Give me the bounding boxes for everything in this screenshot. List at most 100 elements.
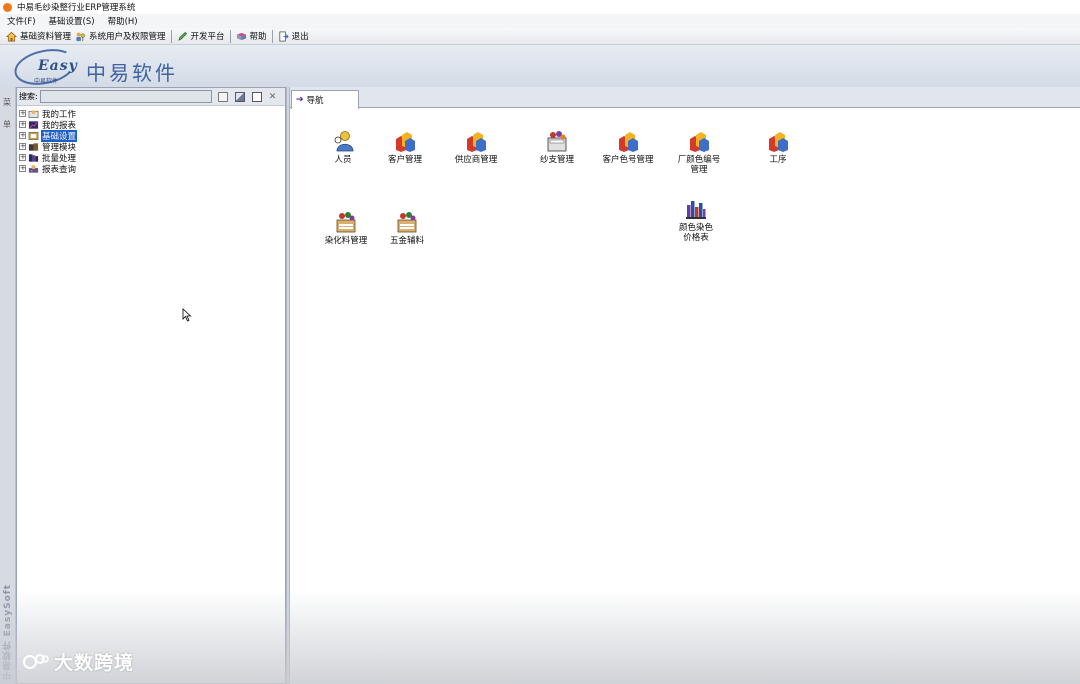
basic-data-button[interactable]: 基础资料管理 (6, 30, 71, 42)
tree-item-label: 报表查询 (42, 164, 77, 175)
document-icon[interactable] (251, 91, 262, 102)
tab-navigation[interactable]: ➔ 导航 (291, 90, 359, 109)
nav-item-yarn[interactable]: 纱支管理 (522, 129, 592, 165)
exit-button[interactable]: 退出 (278, 30, 309, 42)
app-logo-icon (3, 2, 12, 12)
work-icon (28, 109, 39, 118)
nav-item-label: 工序 (769, 155, 787, 165)
blocks-icon (769, 132, 788, 152)
search-row: 搜索: ✕ (17, 88, 285, 106)
tree-item-basic-settings[interactable]: + 基础设置 (19, 129, 78, 142)
blocks-icon (396, 132, 415, 152)
menu-tree: + 我的工作 + 我的报表 + 基础设置 + 管理模块 + 批量处理 + 报表查… (19, 108, 78, 175)
user-permissions-button[interactable]: 系统用户及权限管理 (75, 30, 166, 42)
tab-label: 导航 (306, 96, 324, 106)
bar-chart-icon (686, 201, 706, 219)
header-banner: Easy 中易软件 中易软件 (0, 43, 1080, 91)
search-label: 搜索: (19, 92, 38, 101)
tree-item-management[interactable]: + 管理模块 (19, 141, 77, 153)
expand-icon[interactable]: + (19, 143, 26, 150)
nav-item-dyes-chemicals[interactable]: 染化料管理 (311, 210, 381, 246)
expand-icon[interactable]: + (19, 121, 26, 128)
nav-item-label: 五金辅料 (389, 236, 424, 246)
menu-file[interactable]: 文件(F) (7, 15, 36, 27)
help-label: 帮助 (249, 32, 267, 42)
watermark: 大数跨境 (22, 648, 134, 675)
query-icon (28, 164, 39, 173)
settings-icon (28, 131, 39, 140)
dev-platform-label: 开发平台 (190, 32, 225, 42)
nav-item-customers[interactable]: 客户管理 (370, 129, 440, 165)
menu-basic-settings[interactable]: 基础设置(S) (49, 15, 95, 27)
dye-icon (397, 212, 417, 233)
basic-data-label: 基础资料管理 (20, 32, 72, 42)
pencil-icon (177, 31, 187, 41)
expand-icon[interactable]: + (19, 165, 26, 172)
arrow-right-icon: ➔ (296, 95, 304, 105)
dye-icon (336, 212, 356, 233)
nav-item-label: 客户管理 (387, 155, 422, 165)
mouse-cursor-icon (182, 308, 192, 322)
nav-item-color-dye-price-list[interactable]: 颜色染色价格表 (661, 197, 731, 243)
person-icon (334, 131, 354, 152)
users-key-icon (76, 32, 85, 41)
nav-item-hardware-accessories[interactable]: 五金辅料 (372, 210, 442, 246)
navigation-tree-panel: 搜索: ✕ + 我的工作 + 我的报表 + 基础设置 + 管理模块 + 批量处理… (16, 87, 286, 684)
close-icon[interactable]: ✕ (269, 92, 277, 102)
watermark-text: 大数跨境 (54, 652, 135, 674)
toolbar: 基础资料管理 系统用户及权限管理 开发平台 帮助 退出 (0, 28, 1080, 45)
image-icon[interactable] (234, 91, 245, 102)
side-brand-text: 中易软件 EasySoft (3, 583, 13, 680)
nav-item-label: 客户色号管理 (602, 155, 654, 165)
menu-bar: 文件(F) 基础设置(S) 帮助(H) (0, 14, 1080, 28)
nav-item-factory-color-codes[interactable]: 厂颜色编号管理 (664, 129, 734, 175)
help-button[interactable]: 帮助 (236, 30, 267, 42)
report-chart-icon (28, 120, 39, 129)
blocks-icon (619, 132, 638, 152)
yarn-icon (547, 131, 567, 152)
window-title: 中易毛纱染整行业ERP管理系统 (17, 3, 136, 13)
logo-subtext: 中易软件 (34, 78, 59, 85)
title-bar: 中易毛纱染整行业ERP管理系统 (0, 0, 1080, 14)
nav-item-customer-color-codes[interactable]: 客户色号管理 (593, 129, 663, 165)
side-menu-strip[interactable]: 菜 单 中易软件 EasySoft (0, 87, 16, 684)
side-menu-label-1: 菜 (3, 98, 11, 107)
search-tools: ✕ (217, 91, 284, 102)
exit-label: 退出 (291, 32, 309, 42)
blocks-icon (690, 132, 709, 152)
expand-icon[interactable]: + (19, 110, 26, 117)
nav-item-suppliers[interactable]: 供应商管理 (441, 129, 511, 165)
nav-item-label: 染化料管理 (324, 236, 368, 246)
nav-item-label: 颜色染色价格表 (678, 223, 713, 243)
house-icon (6, 31, 17, 41)
brand-name: 中易软件 (86, 61, 178, 85)
toolbar-separator (229, 29, 231, 43)
tree-item-my-reports[interactable]: + 我的报表 (19, 119, 77, 131)
main-content-panel: ➔ 导航 人员 客户管理 供应商管理 纱支管理 客户色号管理 厂颜色编号管理 工… (290, 87, 1080, 684)
side-menu-label-2: 单 (3, 120, 11, 129)
search-input[interactable] (39, 90, 212, 103)
blocks-icon (467, 132, 486, 152)
door-exit-icon (279, 31, 289, 41)
nav-item-label: 供应商管理 (454, 155, 498, 165)
module-icon (28, 142, 39, 151)
nav-item-label: 纱支管理 (539, 155, 574, 165)
nav-item-label: 厂颜色编号管理 (677, 155, 721, 175)
expand-icon[interactable]: + (19, 154, 26, 161)
tree-item-report-query[interactable]: + 报表查询 (19, 163, 77, 175)
user-permissions-label: 系统用户及权限管理 (89, 32, 166, 42)
watermark-logo-icon (23, 653, 49, 669)
tree-item-my-work[interactable]: + 我的工作 (19, 108, 77, 120)
expand-icon[interactable]: + (19, 132, 26, 139)
tree-item-batch[interactable]: + 批量处理 (19, 152, 77, 164)
nav-item-process[interactable]: 工序 (743, 129, 813, 165)
toolbar-separator (170, 29, 172, 43)
dev-platform-button[interactable]: 开发平台 (177, 30, 225, 42)
nav-item-personnel[interactable]: 人员 (308, 129, 378, 165)
book-icon (236, 32, 246, 40)
menu-help[interactable]: 帮助(H) (108, 15, 138, 27)
toolbar-separator (271, 29, 273, 43)
tab-bar: ➔ 导航 (290, 87, 1080, 109)
batch-icon (28, 153, 39, 162)
filter-icon[interactable] (217, 91, 228, 102)
